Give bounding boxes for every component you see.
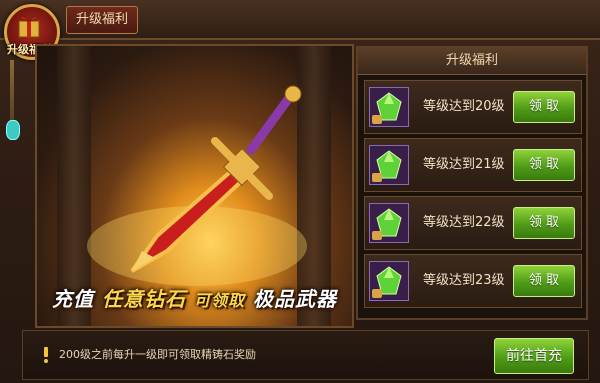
claim-button[interactable]: 领 取 (513, 149, 575, 181)
lock-icon (372, 231, 382, 240)
slogan-part-4: 极品武器 (252, 287, 337, 311)
claim-button[interactable]: 领 取 (513, 207, 575, 239)
reward-panel-title: 升级福利 (358, 48, 586, 75)
game-window: 升级福利 升级福利 充值 任意钻石 可领取 极品武器 升级福利 等级达到20级 … (0, 0, 600, 383)
reward-panel: 升级福利 等级达到20级 领 取 等级达到21级 领 取 等级达到22级 领 取 (356, 46, 588, 320)
top-bar: 升级福利 (0, 0, 600, 40)
claim-button[interactable]: 领 取 (513, 265, 575, 297)
reward-row-label: 等级达到21级 (423, 157, 505, 172)
green-gem-icon (369, 203, 409, 243)
reward-row: 等级达到21级 领 取 (364, 138, 582, 192)
lock-icon (372, 173, 382, 182)
reward-row-label: 等级达到23级 (423, 273, 505, 288)
reward-row: 等级达到22级 领 取 (364, 196, 582, 250)
tab-upgrade-rewards[interactable]: 升级福利 (66, 6, 138, 34)
claim-button[interactable]: 领 取 (513, 91, 575, 123)
reward-row: 等级达到23级 领 取 (364, 254, 582, 308)
exclamation-icon (44, 347, 48, 363)
green-gem-icon (369, 261, 409, 301)
hanging-gem-icon (6, 120, 20, 140)
footer-notice: 200级之前每升一级即可领取精铸石奖励 (59, 348, 256, 361)
slogan-part-3: 可领取 (193, 291, 245, 310)
reward-row-label: 等级达到20级 (423, 99, 505, 114)
goto-first-recharge-button[interactable]: 前往首充 (494, 338, 574, 374)
banner-slogan: 充值 任意钻石 可领取 极品武器 (37, 283, 352, 312)
lock-icon (372, 289, 382, 298)
slogan-part-2: 任意钻石 (102, 287, 186, 311)
green-gem-icon (369, 87, 409, 127)
promo-banner: 充值 任意钻石 可领取 极品武器 (35, 44, 354, 328)
lock-icon (372, 115, 382, 124)
footer-bar: 200级之前每升一级即可领取精铸石奖励 前往首充 (22, 330, 589, 380)
reward-row-label: 等级达到22级 (423, 215, 505, 230)
slogan-part-1: 充值 (52, 287, 95, 311)
reward-row: 等级达到20级 领 取 (364, 80, 582, 134)
green-gem-icon (369, 145, 409, 185)
